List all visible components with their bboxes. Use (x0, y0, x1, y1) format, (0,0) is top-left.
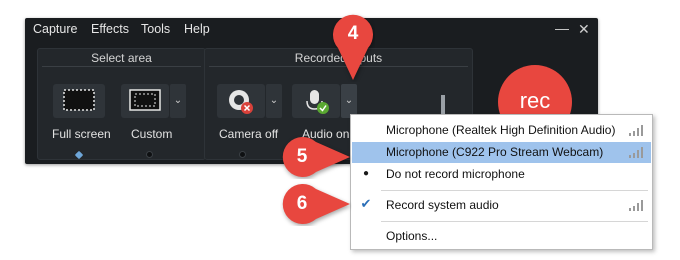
full-screen-indicator (74, 150, 84, 160)
bullet-icon: ● (362, 168, 370, 179)
select-area-group: Select area Full screen ⌄ Custom (37, 48, 206, 160)
menu-bar: Capture Effects Tools Help — ✕ (25, 18, 598, 42)
divider (42, 66, 201, 67)
callout-6-number: 6 (296, 193, 308, 214)
camera-off-icon (229, 90, 253, 114)
menu-item-label: Options... (386, 229, 438, 243)
menu-separator (381, 221, 648, 222)
audio-source-menu: Microphone (Realtek High Definition Audi… (350, 114, 653, 250)
signal-bars-icon (629, 125, 643, 136)
camera-dropdown-arrow[interactable]: ⌄ (266, 84, 282, 118)
callout-6: 6 (280, 182, 350, 226)
menu-item-no-mic[interactable]: ● Do not record microphone (352, 164, 651, 185)
select-area-title: Select area (91, 51, 152, 65)
audio-dropdown-arrow[interactable]: ⌄ (341, 84, 357, 118)
custom-indicator (146, 151, 153, 158)
menu-effects[interactable]: Effects (91, 22, 129, 36)
minimize-icon[interactable]: — (555, 20, 569, 36)
menu-item-label: Record system audio (386, 198, 499, 212)
callout-4-number: 4 (347, 23, 359, 44)
audio-toggle-button[interactable] (292, 84, 340, 118)
full-screen-button[interactable] (53, 84, 105, 118)
checkmark-icon: ✔ (360, 196, 372, 211)
menu-item-label: Microphone (Realtek High Definition Audi… (386, 123, 616, 137)
camera-indicator (239, 151, 246, 158)
signal-bars-icon (629, 147, 643, 158)
custom-dropdown-arrow[interactable]: ⌄ (170, 84, 186, 118)
menu-capture[interactable]: Capture (33, 22, 77, 36)
menu-item-system-audio[interactable]: ✔ Record system audio (352, 195, 651, 216)
menu-item-realtek-mic[interactable]: Microphone (Realtek High Definition Audi… (352, 120, 651, 141)
custom-area-icon (129, 89, 161, 111)
microphone-icon (306, 90, 329, 114)
callout-4: 4 (331, 12, 375, 81)
close-icon[interactable]: ✕ (578, 21, 590, 38)
camera-toggle-button[interactable] (217, 84, 265, 118)
menu-separator (381, 190, 648, 191)
custom-area-button[interactable] (121, 84, 169, 118)
camera-label: Camera off (219, 127, 279, 141)
custom-label: Custom (131, 127, 173, 141)
callout-5: 5 (280, 135, 350, 179)
menu-item-c922-mic[interactable]: Microphone (C922 Pro Stream Webcam) (352, 142, 651, 163)
menu-tools[interactable]: Tools (141, 22, 170, 36)
full-screen-icon (63, 89, 95, 111)
menu-item-label: Microphone (C922 Pro Stream Webcam) (386, 145, 604, 159)
menu-item-label: Do not record microphone (386, 167, 525, 181)
callout-5-number: 5 (296, 146, 308, 167)
menu-help[interactable]: Help (184, 22, 210, 36)
signal-bars-icon (629, 200, 643, 211)
menu-item-options[interactable]: Options... (352, 226, 651, 247)
full-screen-label: Full screen (52, 127, 111, 141)
